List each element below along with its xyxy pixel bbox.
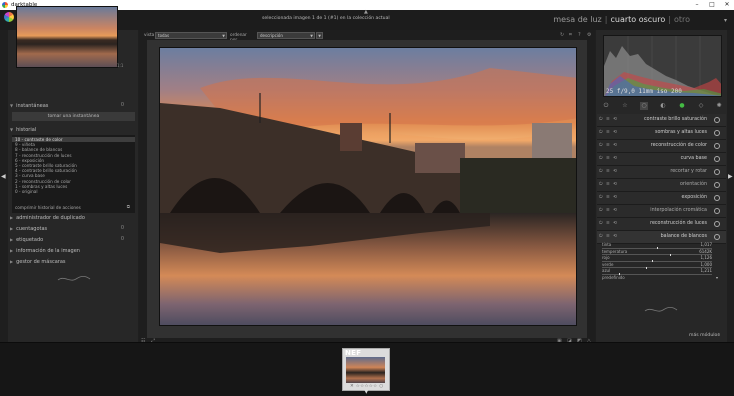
image-exif-info: 25 f/9,0 11mm iso 200	[606, 88, 682, 95]
module-color-reconstruction[interactable]: ⏻ ≡ ⟲ reconstrucción de color	[597, 140, 726, 153]
module-icon	[714, 195, 720, 201]
view-other[interactable]: otro	[674, 15, 690, 24]
color-group-icon[interactable]: ●	[678, 102, 686, 110]
more-modules-button[interactable]: más módulos	[689, 333, 720, 338]
chevron-right-icon[interactable]: ›	[718, 331, 720, 338]
image-info-header[interactable]: ▶ información de la imagen	[8, 246, 138, 255]
top-panel-toggle-icon[interactable]: ▲	[364, 9, 368, 15]
right-panel-toggle-icon[interactable]: ▶	[728, 173, 733, 180]
chevron-down-icon: ▼	[222, 33, 225, 38]
module-crop-rotate[interactable]: ⏻ ≡ ⟲ recortar y rotar	[597, 166, 726, 179]
tone-group-icon[interactable]: ◐	[659, 102, 667, 110]
module-toggle-icons[interactable]: ⏻ ≡ ⟲	[599, 207, 618, 213]
view-darkroom[interactable]: cuarto oscuro	[610, 15, 665, 24]
snapshots-header[interactable]: ▼ instantáneas 0	[8, 101, 138, 110]
white-balance-controls: tinta 1,017 temperatura 6142K rojo 1,126 ve…	[600, 242, 722, 298]
module-toggle-icons[interactable]: ⏻ ≡ ⟲	[599, 233, 618, 239]
history-header[interactable]: ▼ historial	[8, 125, 138, 134]
bottom-panel-toggle-icon[interactable]: ▼	[364, 388, 369, 395]
history-list: 10 - contraste de color 9 - viñeta 8 - b…	[12, 135, 135, 213]
expand-arrow-icon: ▼	[10, 127, 14, 132]
module-icon	[714, 182, 720, 188]
module-icon	[714, 143, 720, 149]
panel-end-ornament-icon	[57, 275, 91, 281]
tagging-header[interactable]: ▶ etiquetado 0	[8, 235, 138, 244]
view-filter-select[interactable]: todas ▼	[155, 31, 227, 39]
module-icon	[714, 156, 720, 162]
view-switcher: mesa de luz | cuarto oscuro | otro	[553, 15, 690, 24]
favorites-icon[interactable]: ☆	[621, 102, 629, 110]
navigation-thumbnail[interactable]	[16, 6, 118, 68]
edited-photo[interactable]	[159, 47, 577, 326]
panel-end-ornament-icon	[644, 306, 678, 312]
duplicate-manager-header[interactable]: ▶ administrador de duplicado	[8, 213, 138, 222]
chevron-down-icon: ▾	[715, 274, 718, 280]
photo-image	[160, 48, 576, 325]
module-toggle-icons[interactable]: ⏻ ≡ ⟲	[599, 194, 618, 200]
module-icon	[714, 117, 720, 123]
module-toggle-icons[interactable]: ⏻ ≡ ⟲	[599, 155, 618, 161]
chevron-down-icon: ▼	[310, 33, 313, 38]
module-toggle-icons[interactable]: ⏻ ≡ ⟲	[599, 181, 618, 187]
module-toggle-icons[interactable]: ⏻ ≡ ⟲	[599, 116, 618, 122]
gear-icon[interactable]: ⚙	[587, 32, 591, 38]
module-shadows-highlights[interactable]: ⏻ ≡ ⟲ sombras y altas luces	[597, 127, 726, 140]
module-base-curve[interactable]: ⏻ ≡ ⟲ curva base	[597, 153, 726, 166]
colorpicker-header[interactable]: ▶ cuentagotas 0	[8, 224, 138, 233]
expand-arrow-icon: ▼	[10, 103, 14, 108]
wb-preset-select[interactable]: predefinido ▾	[600, 275, 722, 282]
create-style-icon[interactable]: ⧉	[127, 204, 130, 210]
module-group-tabs: ⏻ ☆ ○ ◐ ● ◇ ✺	[597, 100, 726, 112]
filmstrip-image[interactable]	[346, 357, 385, 383]
effects-group-icon[interactable]: ✺	[715, 102, 723, 110]
collapsed-arrow-icon: ▶	[10, 237, 14, 242]
help-icon[interactable]: ?	[578, 32, 581, 38]
minimize-icon[interactable]: –	[690, 0, 704, 10]
module-icon	[714, 234, 720, 240]
collapsed-arrow-icon: ▶	[10, 215, 14, 220]
module-icon	[714, 169, 720, 175]
module-icon	[714, 221, 720, 227]
module-highlight-reconstruction[interactable]: ⏻ ≡ ⟲ reconstrucción de luces	[597, 218, 726, 231]
module-contrast-brightness-saturation[interactable]: ⏻ ≡ ⟲ contraste brillo saturación	[597, 114, 726, 127]
maximize-icon[interactable]: □	[705, 0, 719, 10]
collapsed-arrow-icon: ▶	[10, 226, 14, 231]
mask-manager-header[interactable]: ▶ gestor de máscaras	[8, 257, 138, 266]
module-demosaic[interactable]: ⏻ ≡ ⟲ interpolación cromática	[597, 205, 726, 218]
module-toggle-icons[interactable]: ⏻ ≡ ⟲	[599, 168, 618, 174]
power-icon[interactable]: ⏻	[602, 102, 610, 110]
module-icon	[714, 130, 720, 136]
sort-select[interactable]: descripción ▼	[257, 31, 315, 39]
module-orientation[interactable]: ⏻ ≡ ⟲ orientación	[597, 179, 726, 192]
module-toggle-icons[interactable]: ⏻ ≡ ⟲	[599, 129, 618, 135]
module-exposure[interactable]: ⏻ ≡ ⟲ exposición	[597, 192, 726, 205]
close-icon[interactable]: ✕	[720, 0, 734, 10]
left-panel-toggle-icon[interactable]: ◀	[1, 173, 6, 180]
view-lighttable[interactable]: mesa de luz	[553, 15, 601, 24]
module-toggle-icons[interactable]: ⏻ ≡ ⟲	[599, 142, 618, 148]
module-icon	[714, 208, 720, 214]
correct-group-icon[interactable]: ◇	[697, 102, 705, 110]
reload-icon[interactable]: ↻	[560, 32, 564, 38]
basic-group-icon[interactable]: ○	[640, 102, 648, 110]
chevron-down-icon: ▼	[318, 33, 321, 38]
chevron-down-icon[interactable]: ▾	[724, 17, 727, 24]
sort-order-toggle[interactable]: ▼	[316, 31, 323, 39]
collapsed-arrow-icon: ▶	[10, 259, 14, 264]
collection-info: seleccionada imagen 1 de 1 (#1) en la co…	[262, 16, 390, 21]
module-toggle-icons[interactable]: ⏻ ≡ ⟲	[599, 220, 618, 226]
zoom-level[interactable]: 1:1	[117, 63, 123, 68]
shortcuts-icon[interactable]: ⌗	[569, 32, 572, 38]
file-extension-label: NEF	[345, 349, 362, 357]
take-snapshot-button[interactable]: tomar una instantánea	[12, 112, 135, 121]
darktable-logo-icon	[4, 12, 14, 22]
collapsed-arrow-icon: ▶	[10, 248, 14, 253]
compress-history-button[interactable]: comprimir historial de acciones	[15, 205, 81, 210]
app-icon	[2, 2, 8, 8]
history-item[interactable]: 0 - original	[12, 189, 135, 194]
